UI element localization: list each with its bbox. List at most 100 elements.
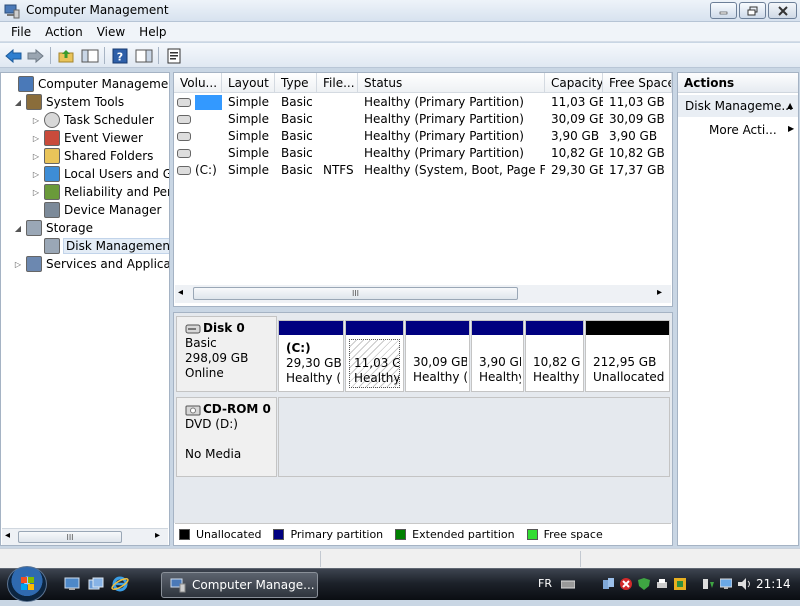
tree-node-reliability-and-perfo[interactable]: ▷ Reliability and Perfo <box>31 183 169 201</box>
language-indicator[interactable]: FR <box>538 577 552 590</box>
menu-action[interactable]: Action <box>38 23 90 41</box>
partition-block[interactable]: 212,95 GB Unallocated <box>585 320 670 392</box>
minimize-button[interactable] <box>710 2 737 19</box>
tree-node-services-and-applicatio[interactable]: ▷ Services and Applicatio <box>13 255 169 273</box>
volume-row[interactable]: (C:) Simple Basic NTFS Healthy (System, Boot… <box>174 162 672 179</box>
expanded-arrow-icon[interactable]: ◢ <box>13 224 23 233</box>
volume-cell-capacity: 30,09 GB <box>551 112 603 126</box>
computer-management-icon <box>4 4 20 19</box>
start-orb-icon[interactable] <box>7 566 47 602</box>
title-bar[interactable]: Computer Management <box>0 0 800 22</box>
restore-button[interactable] <box>739 2 766 19</box>
menu-view[interactable]: View <box>90 23 132 41</box>
scroll-right-arrow-icon[interactable]: ▸ <box>155 530 160 541</box>
column-status[interactable]: Status <box>358 73 545 93</box>
internet-explorer-icon[interactable] <box>111 575 129 593</box>
tree-scroll-thumb[interactable]: III <box>18 531 122 543</box>
menu-file[interactable]: File <box>4 23 38 41</box>
keyboard-icon[interactable] <box>561 578 575 590</box>
partition-block[interactable]: 10,82 GBHealthy <box>525 320 584 392</box>
column-type[interactable]: Type <box>275 73 317 93</box>
taskbar-button-computer-management[interactable]: Computer Manage... <box>161 572 318 598</box>
volume-icon[interactable] <box>738 578 750 590</box>
scroll-left-arrow-icon[interactable]: ◂ <box>5 530 10 541</box>
tree-node-shared-folders[interactable]: ▷ Shared Folders <box>31 147 153 165</box>
partition-block[interactable]: 3,90 GBHealthy <box>471 320 524 392</box>
partition-block[interactable]: 30,09 GBHealthy (P <box>405 320 470 392</box>
partition-type-bar <box>279 321 343 335</box>
volume-cell-status: Healthy (Primary Partition) <box>364 146 524 160</box>
clock[interactable]: 21:14 <box>756 577 791 591</box>
partition-text: 10,82 GBHealthy <box>533 355 581 385</box>
collapsed-arrow-icon[interactable]: ▷ <box>31 152 41 161</box>
volume-list-scroll-thumb[interactable]: III <box>193 287 518 300</box>
tree-node-device-manager[interactable]: Device Manager <box>31 201 161 219</box>
column-layout[interactable]: Layout <box>222 73 275 93</box>
tree-node-disk-management[interactable]: Disk Management <box>31 237 169 255</box>
collapsed-arrow-icon[interactable]: ▷ <box>31 188 41 197</box>
show-hide-action-pane-icon[interactable] <box>134 46 154 65</box>
tree-node-computer-management-l[interactable]: Computer Management (L <box>5 75 169 93</box>
column-file-system[interactable]: File... <box>317 73 358 93</box>
drive-icon <box>177 149 191 158</box>
partition-block[interactable]: 11,03 GBHealthy <box>345 320 404 392</box>
partition-text: 212,95 GB Unallocated <box>593 355 667 385</box>
status-bar <box>0 548 800 568</box>
expanded-arrow-icon[interactable]: ◢ <box>13 98 23 107</box>
tree-node-task-scheduler[interactable]: ▷ Task Scheduler <box>31 111 154 129</box>
volume-cell-layout: Simple <box>228 112 269 126</box>
help-icon[interactable]: ? <box>110 46 130 65</box>
volume-row[interactable]: Simple Basic Healthy (Primary Partition) 30… <box>174 111 672 128</box>
volume-row[interactable]: Simple Basic Healthy (Primary Partition) 10… <box>174 145 672 162</box>
tree-node-system-tools[interactable]: ◢ System Tools <box>13 93 124 111</box>
shield-icon[interactable] <box>638 578 650 590</box>
back-arrow-icon[interactable] <box>4 46 24 65</box>
actions-section-disk-management[interactable]: Disk Manageme... ▲ <box>678 95 798 117</box>
tree-node-storage[interactable]: ◢ Storage <box>13 219 93 237</box>
up-folder-icon[interactable] <box>56 46 76 65</box>
antivirus-icon[interactable] <box>674 578 686 590</box>
toolbar: ? <box>0 43 800 68</box>
forward-arrow-icon[interactable] <box>25 46 45 65</box>
menu-help[interactable]: Help <box>132 23 173 41</box>
disk-name: Disk 0 <box>203 321 245 335</box>
partition-size: 11,03 GB <box>354 356 399 370</box>
display-icon[interactable] <box>720 578 732 590</box>
safely-remove-icon[interactable] <box>702 578 714 590</box>
tree-node-event-viewer[interactable]: ▷ Event Viewer <box>31 129 143 147</box>
show-hide-tree-icon[interactable] <box>80 46 100 65</box>
partition-text: 30,09 GBHealthy (P <box>413 355 467 385</box>
collapsed-arrow-icon[interactable]: ▷ <box>31 134 41 143</box>
scroll-right-arrow-icon[interactable]: ▸ <box>657 287 662 298</box>
collapsed-arrow-icon[interactable]: ▷ <box>31 170 41 179</box>
more-actions-item[interactable]: More Acti... <box>709 121 777 139</box>
column-volume[interactable]: Volu... <box>174 73 222 93</box>
volume-row[interactable]: Simple Basic Healthy (Primary Partition) 3,… <box>174 128 672 145</box>
submenu-arrow-icon[interactable]: ▶ <box>788 124 794 133</box>
scroll-left-arrow-icon[interactable]: ◂ <box>178 287 183 298</box>
close-button[interactable] <box>768 2 797 19</box>
collapsed-arrow-icon[interactable]: ▷ <box>31 116 41 125</box>
legend-label-extended: Extended partition <box>412 528 515 541</box>
show-desktop-icon[interactable] <box>64 577 80 591</box>
drive-icon <box>177 98 191 107</box>
collapsed-arrow-icon[interactable]: ▷ <box>13 260 23 269</box>
cdrom-0-info[interactable]: CD-ROM 0 DVD (D:) No Media <box>176 397 277 477</box>
disk-0-info[interactable]: Disk 0 Basic 298,09 GB Online <box>176 316 277 392</box>
network-icon[interactable] <box>602 578 614 590</box>
column-free-space[interactable]: Free Space <box>603 73 672 93</box>
tree-node-label: Shared Folders <box>64 149 154 163</box>
tree-horizontal-scrollbar[interactable]: ◂ III ▸ <box>2 528 168 545</box>
cdrom-0-media-area[interactable] <box>278 397 670 477</box>
printer-icon[interactable] <box>656 578 668 590</box>
volume-row[interactable]: Simple Basic Healthy (Primary Partition) 11… <box>174 94 672 111</box>
properties-icon[interactable] <box>164 46 184 65</box>
switch-windows-icon[interactable] <box>88 577 104 591</box>
partition-block[interactable]: (C:)29,30 GB NHealthy (S <box>278 320 344 392</box>
legend-swatch-free <box>526 529 538 540</box>
tree-node-local-users-and-gro[interactable]: ▷ Local Users and Gro <box>31 165 169 183</box>
security-alert-icon[interactable] <box>620 578 632 590</box>
column-capacity[interactable]: Capacity <box>545 73 603 93</box>
volume-list-horizontal-scrollbar[interactable]: ◂ III ▸ <box>175 285 671 303</box>
collapse-arrow-icon[interactable]: ▲ <box>787 95 793 117</box>
